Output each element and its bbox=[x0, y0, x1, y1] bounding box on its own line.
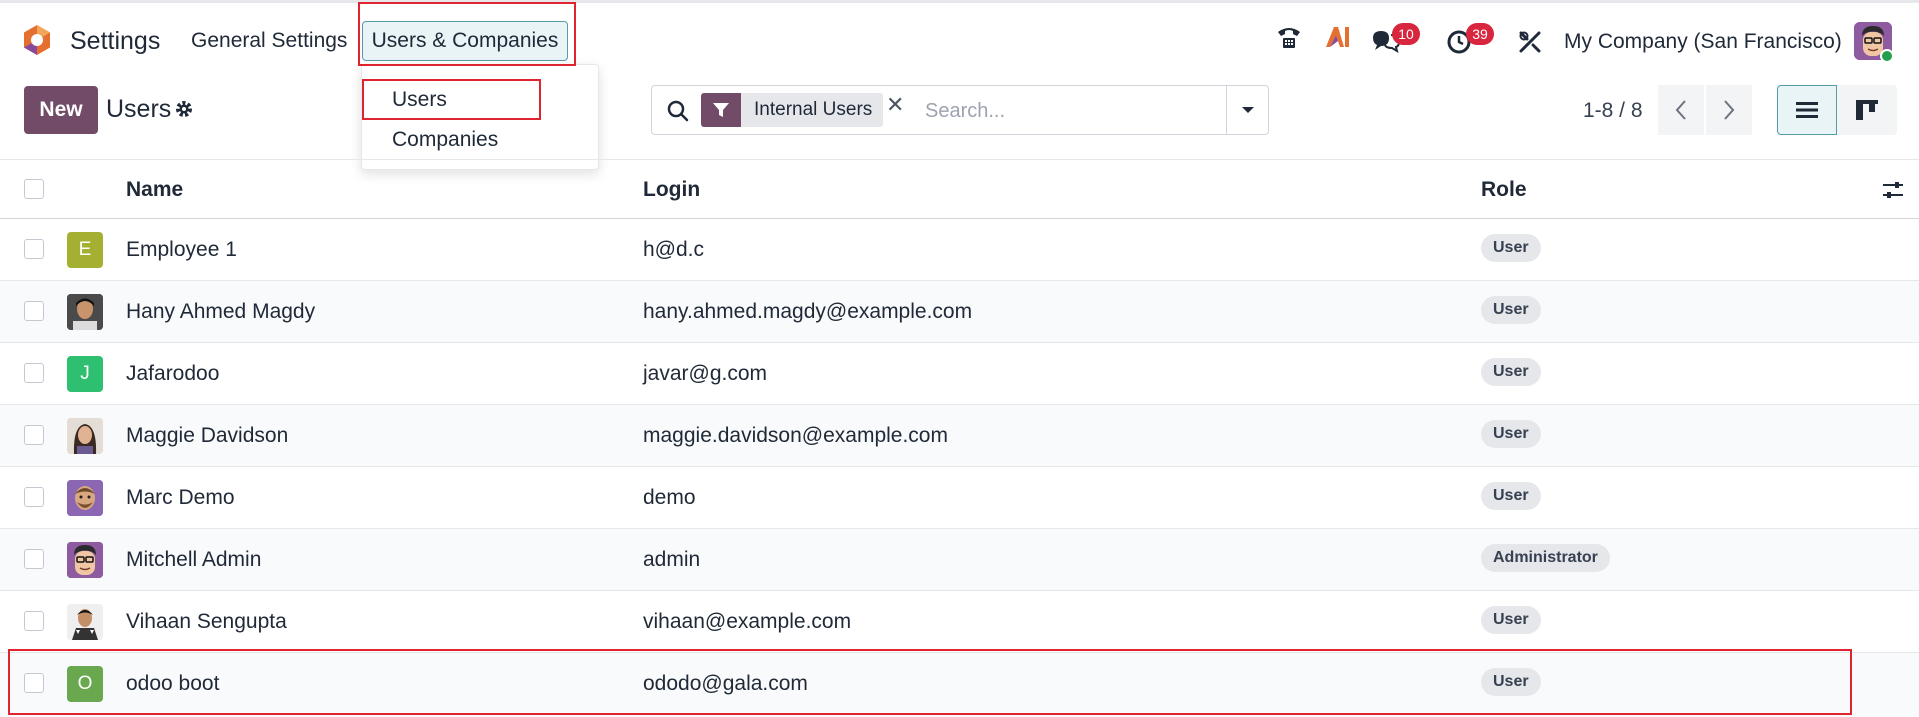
row-checkbox[interactable] bbox=[24, 425, 44, 445]
role-badge: User bbox=[1481, 420, 1541, 448]
role-badge: User bbox=[1481, 358, 1541, 386]
row-checkbox[interactable] bbox=[24, 611, 44, 631]
cell-login: vihaan@example.com bbox=[643, 610, 852, 633]
row-checkbox[interactable] bbox=[24, 549, 44, 569]
cell-name: Vihaan Sengupta bbox=[126, 610, 287, 633]
role-badge: User bbox=[1481, 606, 1541, 634]
page-title: Users bbox=[106, 95, 172, 123]
row-checkbox[interactable] bbox=[24, 239, 44, 259]
search-options-toggle[interactable] bbox=[1226, 86, 1268, 134]
table-row[interactable]: Mitchell Admin admin Administrator bbox=[0, 529, 1919, 591]
online-status-dot bbox=[1880, 49, 1894, 63]
avatar bbox=[67, 604, 103, 640]
activities-count-badge: 39 bbox=[1466, 23, 1494, 45]
avatar bbox=[67, 542, 103, 578]
cell-login: demo bbox=[643, 486, 696, 509]
optional-columns-icon[interactable] bbox=[1882, 180, 1904, 200]
role-badge: Administrator bbox=[1481, 544, 1610, 572]
row-checkbox[interactable] bbox=[24, 673, 44, 693]
cell-name: Hany Ahmed Magdy bbox=[126, 300, 316, 323]
pager-value[interactable]: 1-8 / 8 bbox=[1583, 99, 1643, 123]
app-title[interactable]: Settings bbox=[70, 27, 160, 56]
row-checkbox[interactable] bbox=[24, 301, 44, 321]
list-view-button[interactable] bbox=[1777, 85, 1837, 135]
tools-icon[interactable] bbox=[1517, 29, 1543, 55]
gear-icon[interactable] bbox=[174, 99, 194, 119]
filter-icon bbox=[701, 93, 741, 127]
avatar: E bbox=[67, 232, 103, 268]
avatar bbox=[67, 294, 103, 330]
users-companies-dropdown: Users Companies bbox=[361, 64, 599, 170]
pager-next-button[interactable] bbox=[1706, 85, 1752, 135]
company-switcher[interactable]: My Company (San Francisco) bbox=[1564, 30, 1842, 54]
cell-name: Maggie Davidson bbox=[126, 424, 289, 447]
cell-login: h@d.c bbox=[643, 238, 705, 261]
role-badge: User bbox=[1481, 668, 1541, 696]
search-bar: Internal Users ✕ bbox=[651, 85, 1269, 135]
kanban-view-button[interactable] bbox=[1837, 85, 1897, 135]
table-row[interactable]: J Jafarodoo javar@g.com User bbox=[0, 343, 1919, 405]
cell-name: odoo boot bbox=[126, 672, 220, 695]
menu-users-companies[interactable]: Users & Companies bbox=[362, 21, 568, 61]
avatar: J bbox=[67, 356, 103, 392]
row-checkbox[interactable] bbox=[24, 487, 44, 507]
select-all-checkbox[interactable] bbox=[24, 179, 44, 199]
messages-count-badge: 10 bbox=[1392, 23, 1420, 45]
new-button[interactable]: New bbox=[24, 86, 98, 134]
menu-general-settings[interactable]: General Settings bbox=[191, 29, 347, 53]
avatar: O bbox=[67, 666, 103, 702]
list-view-icon bbox=[1796, 102, 1818, 118]
cell-login: maggie.davidson@example.com bbox=[643, 424, 948, 447]
cell-name: Marc Demo bbox=[126, 486, 235, 509]
table-row[interactable]: O odoo boot ododo@gala.com User bbox=[0, 653, 1919, 717]
chevron-right-icon bbox=[1724, 100, 1735, 120]
search-input[interactable] bbox=[925, 96, 1225, 126]
role-badge: User bbox=[1481, 482, 1541, 510]
cell-login: ododo@gala.com bbox=[643, 672, 808, 695]
cell-name: Jafarodoo bbox=[126, 362, 220, 385]
column-header-role[interactable]: Role bbox=[1481, 178, 1527, 202]
caret-down-icon bbox=[1241, 107, 1254, 113]
odoo-logo-icon[interactable] bbox=[20, 23, 54, 57]
cell-name: Employee 1 bbox=[126, 238, 237, 261]
kanban-view-icon bbox=[1856, 100, 1878, 120]
role-badge: User bbox=[1481, 296, 1541, 324]
cell-login: hany.ahmed.magdy@example.com bbox=[643, 300, 973, 323]
table-row[interactable]: Maggie Davidson maggie.davidson@example.… bbox=[0, 405, 1919, 467]
ai-icon[interactable] bbox=[1324, 23, 1350, 51]
chevron-left-icon bbox=[1675, 100, 1686, 120]
column-header-login[interactable]: Login bbox=[643, 178, 700, 202]
table-row[interactable]: Vihaan Sengupta vihaan@example.com User bbox=[0, 591, 1919, 653]
table-row[interactable]: E Employee 1 h@d.c User bbox=[0, 219, 1919, 281]
avatar bbox=[67, 480, 103, 516]
pager-previous-button[interactable] bbox=[1658, 85, 1704, 135]
phone-icon[interactable] bbox=[1275, 23, 1303, 51]
avatar bbox=[67, 418, 103, 454]
dropdown-item-users[interactable]: Users bbox=[392, 88, 447, 112]
filter-facet: Internal Users bbox=[741, 93, 883, 127]
search-icon[interactable] bbox=[666, 99, 690, 123]
row-checkbox[interactable] bbox=[24, 363, 44, 383]
list-header: Name Login Role bbox=[0, 159, 1919, 219]
remove-facet-icon[interactable]: ✕ bbox=[886, 92, 904, 118]
role-badge: User bbox=[1481, 234, 1541, 262]
top-navbar: Settings General Settings Users & Compan… bbox=[0, 0, 1919, 78]
table-row[interactable]: Hany Ahmed Magdy hany.ahmed.magdy@exampl… bbox=[0, 281, 1919, 343]
cell-login: javar@g.com bbox=[643, 362, 768, 385]
table-row[interactable]: Marc Demo demo User bbox=[0, 467, 1919, 529]
dropdown-item-companies[interactable]: Companies bbox=[392, 128, 498, 152]
cell-login: admin bbox=[643, 548, 701, 571]
column-header-name[interactable]: Name bbox=[126, 178, 183, 202]
cell-name: Mitchell Admin bbox=[126, 548, 262, 571]
